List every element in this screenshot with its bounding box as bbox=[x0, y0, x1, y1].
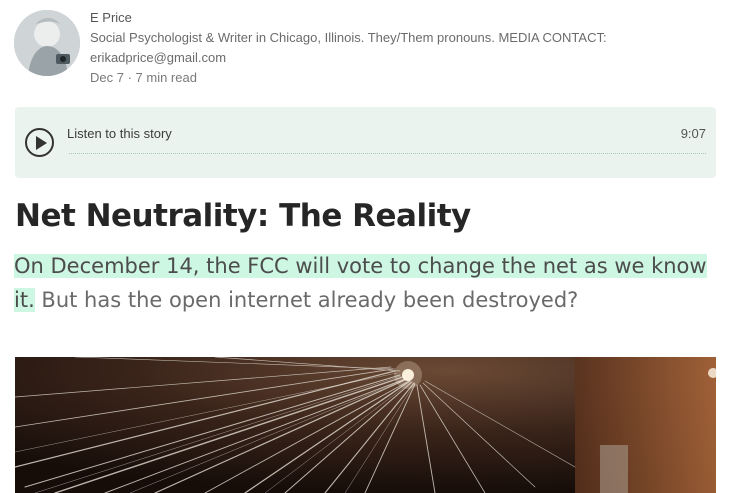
article-subtitle: On December 14, the FCC will vote to cha… bbox=[14, 249, 719, 317]
post-date: Dec 7 bbox=[90, 70, 124, 85]
avatar-image bbox=[14, 10, 80, 76]
hero-image bbox=[15, 357, 716, 493]
author-bio-line1: Social Psychologist & Writer in Chicago,… bbox=[90, 30, 607, 45]
author-meta: E Price Social Psychologist & Writer in … bbox=[90, 8, 710, 88]
author-header: E Price Social Psychologist & Writer in … bbox=[14, 8, 714, 88]
author-name[interactable]: E Price bbox=[90, 8, 710, 28]
read-time: 7 min read bbox=[135, 70, 197, 85]
subtitle-rest: But has the open internet already been d… bbox=[34, 288, 579, 312]
listen-label: Listen to this story bbox=[67, 126, 172, 141]
post-dateline: Dec 7 · 7 min read bbox=[90, 68, 710, 88]
dateline-separator: · bbox=[123, 70, 136, 85]
audio-duration: 9:07 bbox=[680, 126, 706, 141]
play-icon[interactable] bbox=[25, 128, 54, 157]
author-bio: Social Psychologist & Writer in Chicago,… bbox=[90, 28, 710, 68]
audio-player: Listen to this story 9:07 bbox=[15, 107, 716, 178]
article-title: Net Neutrality: The Reality bbox=[15, 198, 471, 234]
author-bio-line2: erikadprice@gmail.com bbox=[90, 50, 227, 65]
fiber-optic-image bbox=[15, 357, 716, 493]
author-avatar[interactable] bbox=[14, 10, 80, 76]
audio-progress-track[interactable] bbox=[69, 153, 706, 154]
